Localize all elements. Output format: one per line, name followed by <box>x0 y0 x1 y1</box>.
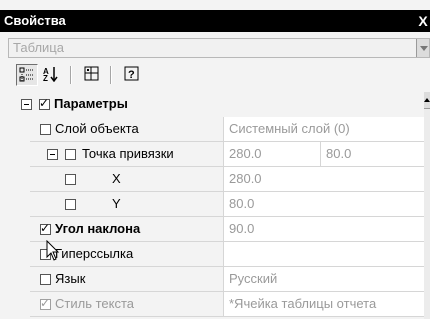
svg-text:Z: Z <box>43 74 48 82</box>
property-name-cell: Точка привязки <box>30 142 223 167</box>
property-label: X <box>112 171 121 186</box>
mouse-cursor-icon <box>46 240 60 261</box>
property-name-cell: X <box>30 167 223 192</box>
group-row-parameters[interactable]: Параметры <box>0 92 424 117</box>
toolbar: A Z ? <box>0 62 430 90</box>
property-checkbox[interactable] <box>65 174 76 185</box>
property-pages-icon <box>84 66 99 81</box>
window-title: Свойства <box>4 13 66 28</box>
collapse-icon[interactable] <box>21 99 32 110</box>
property-value[interactable]: 80.0 <box>223 192 424 217</box>
property-row-layer[interactable]: Слой объекта Системный слой (0) <box>0 117 424 142</box>
close-button[interactable]: X <box>416 12 430 30</box>
chevron-down-icon[interactable] <box>416 39 429 57</box>
scroll-up-icon[interactable] <box>424 92 430 109</box>
property-row-text-style[interactable]: Стиль текста *Ячейка таблицы отчета <box>0 292 424 317</box>
property-name-cell: Угол наклона <box>30 217 223 242</box>
property-name-cell: Стиль текста <box>30 292 223 317</box>
property-checkbox[interactable] <box>40 124 51 135</box>
object-selector-value: Таблица <box>13 40 64 55</box>
help-button[interactable]: ? <box>122 64 144 86</box>
property-value[interactable] <box>223 242 424 267</box>
property-value[interactable]: *Ячейка таблицы отчета <box>223 292 424 317</box>
property-checkbox[interactable] <box>40 296 51 310</box>
property-name-cell: Язык <box>30 267 223 292</box>
property-row-y[interactable]: Y 80.0 <box>0 192 424 217</box>
property-name-cell: Слой объекта <box>30 117 223 142</box>
property-label: Угол наклона <box>55 221 141 236</box>
property-pages-button[interactable] <box>82 64 104 86</box>
sort-alphabetical-button[interactable]: A Z <box>40 64 62 86</box>
property-label: Точка привязки <box>82 146 174 161</box>
property-value-y[interactable]: 80.0 <box>320 142 424 167</box>
categorized-icon <box>19 67 34 82</box>
property-label: Слой объекта <box>55 121 139 136</box>
property-row-anchor-point[interactable]: Точка привязки 280.0 80.0 <box>0 142 424 167</box>
title-bar: Свойства X <box>0 10 430 32</box>
property-row-hyperlink[interactable]: Гиперссылка <box>0 242 424 267</box>
property-row-language[interactable]: Язык Русский <box>0 267 424 292</box>
property-value-x[interactable]: 280.0 <box>223 142 320 167</box>
vertical-scrollbar[interactable] <box>424 92 430 319</box>
property-label: Стиль текста <box>55 296 134 311</box>
property-name-cell: Y <box>30 192 223 217</box>
property-value[interactable]: Системный слой (0) <box>223 117 424 142</box>
collapse-icon[interactable] <box>47 149 58 160</box>
property-value[interactable]: 280.0 <box>223 167 424 192</box>
property-checkbox[interactable] <box>40 274 51 285</box>
toolbar-separator <box>110 66 112 84</box>
property-checkbox[interactable] <box>40 221 51 235</box>
property-row-angle[interactable]: Угол наклона 90.0 <box>0 217 424 242</box>
property-value[interactable]: Русский <box>223 267 424 292</box>
properties-panel: Свойства X Таблица A Z ? ✓ Параметры Сло… <box>0 0 430 319</box>
property-label: Язык <box>55 271 86 286</box>
sort-alphabetical-icon: A Z <box>43 67 58 82</box>
property-label: Гиперссылка <box>55 246 134 261</box>
property-checkbox[interactable] <box>65 149 76 160</box>
categorized-button[interactable] <box>16 64 38 86</box>
group-label: Параметры <box>54 96 128 111</box>
help-icon: ? <box>124 66 139 81</box>
property-label: Y <box>112 196 121 211</box>
property-row-x[interactable]: X 280.0 <box>0 167 424 192</box>
toolbar-separator <box>70 66 72 84</box>
property-checkbox[interactable] <box>65 199 76 210</box>
group-checkbox[interactable] <box>39 96 50 110</box>
svg-text:?: ? <box>128 69 135 81</box>
property-value[interactable]: 90.0 <box>223 217 424 242</box>
object-selector[interactable]: Таблица <box>8 38 430 58</box>
